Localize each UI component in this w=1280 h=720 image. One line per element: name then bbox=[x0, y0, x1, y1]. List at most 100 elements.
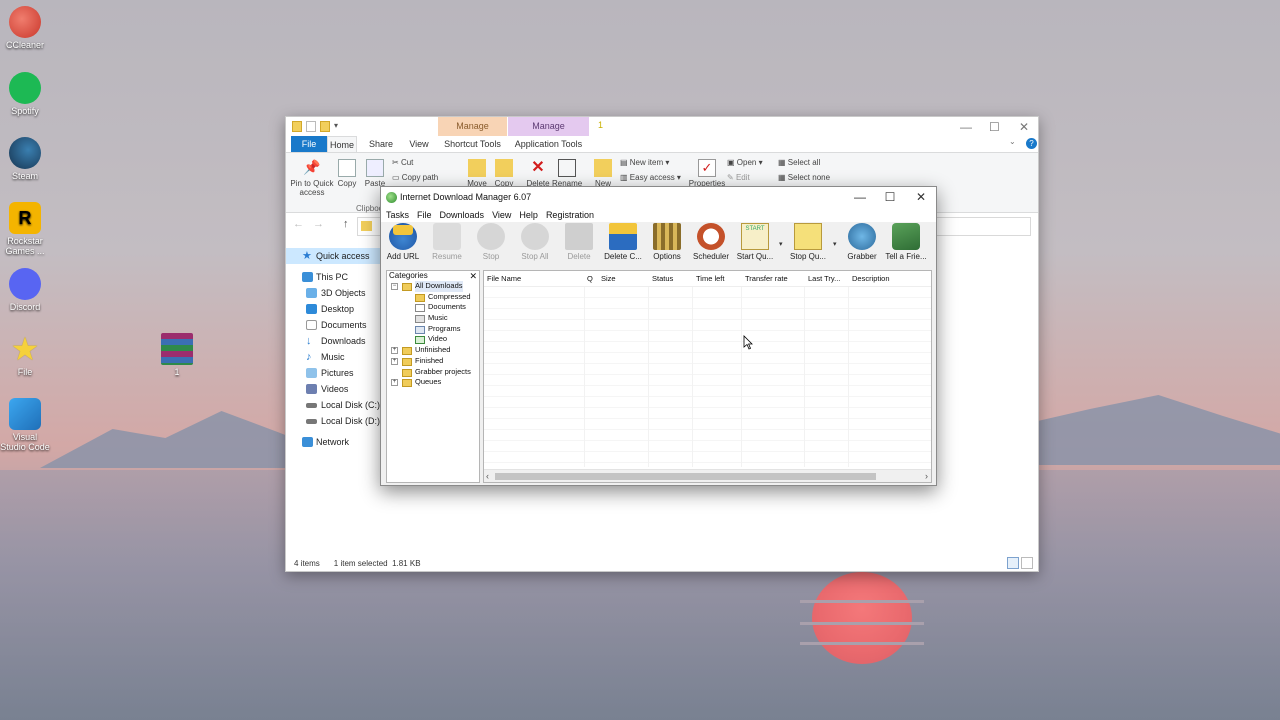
copy-to-button[interactable]: Copy bbox=[493, 159, 515, 188]
delete-button[interactable]: Delete bbox=[557, 223, 601, 261]
details-view-button[interactable] bbox=[1007, 557, 1019, 569]
stop-all-button[interactable]: Stop All bbox=[513, 223, 557, 261]
tree-item-video[interactable]: Video bbox=[387, 334, 479, 345]
tree-item-music[interactable]: Music bbox=[387, 313, 479, 324]
stop-button[interactable]: Stop bbox=[469, 223, 513, 261]
context-tab-manage-shortcut[interactable]: Manage bbox=[438, 117, 507, 136]
column-header-file-name[interactable]: File Name bbox=[484, 271, 580, 287]
column-header-last-try[interactable]: Last Try... bbox=[805, 271, 847, 287]
properties-button[interactable]: ✓ Properties bbox=[686, 159, 728, 188]
desktop-icon-rockstar[interactable]: R Rockstar Games ... bbox=[0, 202, 51, 256]
add-url-button[interactable]: Add URL bbox=[381, 223, 425, 261]
open-button[interactable]: ▣ Open ▾ bbox=[727, 158, 763, 167]
new-folder-button[interactable]: New bbox=[592, 159, 614, 188]
tree-item-programs[interactable]: Programs bbox=[387, 324, 479, 335]
cut-button[interactable]: ✂ Cut bbox=[392, 158, 413, 167]
tab-share[interactable]: Share bbox=[366, 136, 396, 152]
chevron-down-icon[interactable]: ▾ bbox=[833, 240, 837, 248]
scroll-right-icon[interactable]: › bbox=[925, 470, 928, 483]
collapse-icon[interactable]: − bbox=[391, 283, 398, 290]
nav-desktop[interactable]: Desktop bbox=[286, 301, 382, 317]
nav-3d-objects[interactable]: 3D Objects bbox=[286, 285, 382, 301]
tab-shortcut-tools[interactable]: Shortcut Tools bbox=[438, 136, 507, 152]
large-icons-view-button[interactable] bbox=[1021, 557, 1033, 569]
delete-button[interactable]: ✕ Delete bbox=[525, 159, 551, 188]
select-none-button[interactable]: ▦ Select none bbox=[778, 173, 830, 182]
resume-button[interactable]: Resume bbox=[425, 223, 469, 261]
close-button[interactable]: ✕ bbox=[1019, 120, 1029, 134]
nav-pictures[interactable]: Pictures bbox=[286, 365, 382, 381]
nav-quick-access[interactable]: ★ Quick access bbox=[286, 248, 382, 264]
maximize-button[interactable]: ☐ bbox=[989, 120, 1000, 134]
menu-help[interactable]: Help bbox=[519, 208, 538, 222]
copy-button[interactable]: Copy bbox=[336, 159, 358, 188]
desktop-icon-ccleaner[interactable]: CCleaner bbox=[0, 6, 51, 50]
nav-local-disk-c[interactable]: Local Disk (C:) bbox=[286, 397, 382, 413]
column-header-description[interactable]: Description bbox=[849, 271, 929, 287]
nav-downloads[interactable]: ↓ Downloads bbox=[286, 333, 382, 349]
tree-item-grabber-projects[interactable]: Grabber projects bbox=[387, 367, 479, 378]
expand-icon[interactable]: + bbox=[391, 379, 398, 387]
menu-view[interactable]: View bbox=[492, 208, 511, 222]
tab-home[interactable]: Home bbox=[327, 136, 357, 152]
expand-icon[interactable]: + bbox=[391, 347, 398, 355]
nav-this-pc[interactable]: This PC bbox=[286, 269, 382, 285]
folder-icon[interactable] bbox=[292, 121, 302, 132]
scrollbar-thumb[interactable] bbox=[495, 473, 876, 480]
tab-file[interactable]: File bbox=[291, 136, 327, 152]
close-button[interactable]: ✕ bbox=[906, 187, 936, 208]
menu-tasks[interactable]: Tasks bbox=[386, 208, 409, 222]
easy-access-button[interactable]: ▥ Easy access ▾ bbox=[620, 173, 681, 182]
tree-item-documents[interactable]: Documents bbox=[387, 302, 479, 313]
pin-to-quick-access-button[interactable]: 📌 Pin to Quick access bbox=[289, 159, 335, 197]
scheduler-button[interactable]: Scheduler bbox=[689, 223, 733, 261]
nav-music[interactable]: ♪ Music bbox=[286, 349, 382, 365]
desktop-icon-steam[interactable]: Steam bbox=[0, 137, 51, 181]
column-header-transfer-rate[interactable]: Transfer rate bbox=[742, 271, 802, 287]
column-header-status[interactable]: Status bbox=[649, 271, 691, 287]
desktop-icon-spotify[interactable]: Spotify bbox=[0, 72, 51, 116]
desktop-icon-archive[interactable]: 1 bbox=[151, 333, 203, 377]
desktop-icon-vscode[interactable]: Visual Studio Code bbox=[0, 398, 51, 452]
chevron-down-icon[interactable]: ▾ bbox=[334, 121, 338, 132]
tab-application-tools[interactable]: Application Tools bbox=[508, 136, 589, 152]
forward-arrow-icon[interactable]: → bbox=[313, 218, 324, 230]
edit-button[interactable]: ✎ Edit bbox=[727, 173, 750, 182]
chevron-down-icon[interactable]: ▾ bbox=[779, 240, 783, 248]
nav-documents[interactable]: Documents bbox=[286, 317, 382, 333]
menu-file[interactable]: File bbox=[417, 208, 432, 222]
maximize-button[interactable]: ☐ bbox=[875, 187, 905, 208]
tree-item-queues[interactable]: + Queues bbox=[387, 377, 479, 388]
scroll-left-icon[interactable]: ‹ bbox=[486, 470, 489, 483]
tree-item-finished[interactable]: + Finished bbox=[387, 356, 479, 367]
grabber-button[interactable]: Grabber bbox=[840, 223, 884, 261]
up-arrow-icon[interactable]: ↑ bbox=[343, 218, 349, 230]
select-all-button[interactable]: ▦ Select all bbox=[778, 158, 820, 167]
tree-item-compressed[interactable]: Compressed bbox=[387, 292, 479, 303]
desktop-icon-file[interactable]: ★ File bbox=[0, 333, 51, 377]
tell-a-friend-button[interactable]: Tell a Frie... bbox=[884, 223, 928, 261]
back-arrow-icon[interactable]: ← bbox=[293, 218, 304, 230]
properties-icon[interactable] bbox=[306, 121, 316, 132]
nav-local-disk-d[interactable]: Local Disk (D:) bbox=[286, 413, 382, 429]
expand-icon[interactable]: + bbox=[391, 357, 398, 365]
help-icon[interactable]: ? bbox=[1026, 138, 1037, 149]
tree-item-all-downloads[interactable]: − All Downloads bbox=[387, 281, 479, 292]
close-icon[interactable]: ✕ bbox=[469, 271, 477, 281]
stop-queue-button[interactable]: Stop Qu... bbox=[786, 223, 830, 261]
column-header-time-left[interactable]: Time left bbox=[693, 271, 739, 287]
menu-downloads[interactable]: Downloads bbox=[440, 208, 485, 222]
chevron-down-icon[interactable]: ⌄ bbox=[1009, 137, 1016, 146]
tab-view[interactable]: View bbox=[404, 136, 434, 152]
paste-button[interactable]: Paste bbox=[362, 159, 388, 188]
minimize-button[interactable]: — bbox=[960, 120, 972, 134]
start-queue-button[interactable]: START Start Qu... bbox=[733, 223, 777, 261]
new-folder-icon[interactable] bbox=[320, 121, 330, 132]
column-header-size[interactable]: Size bbox=[598, 271, 646, 287]
options-button[interactable]: Options bbox=[645, 223, 689, 261]
rename-button[interactable]: Rename bbox=[552, 159, 582, 188]
tree-item-unfinished[interactable]: + Unfinished bbox=[387, 345, 479, 356]
new-item-button[interactable]: ▤ New item ▾ bbox=[620, 158, 669, 167]
horizontal-scrollbar[interactable]: ‹ › bbox=[484, 469, 931, 482]
context-tab-manage-application[interactable]: Manage bbox=[508, 117, 589, 136]
